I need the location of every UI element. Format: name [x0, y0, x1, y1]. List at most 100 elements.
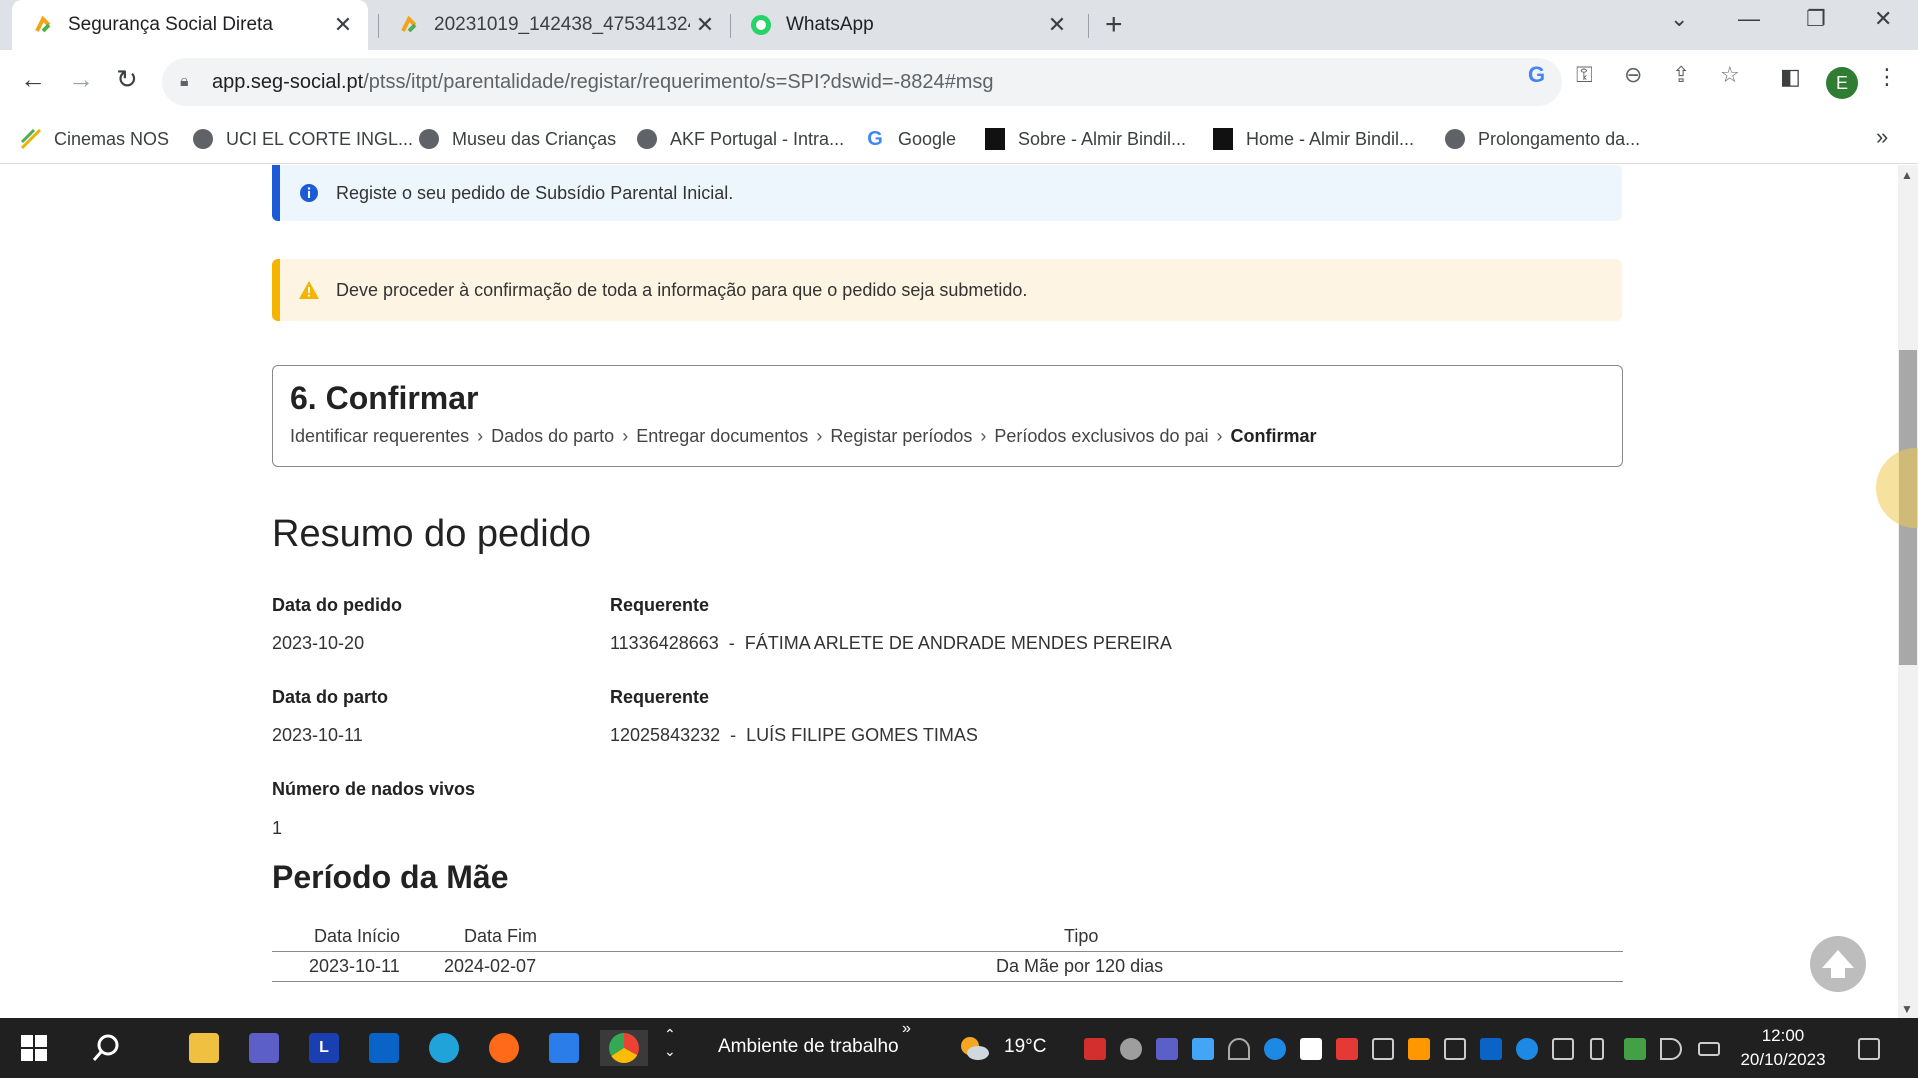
onedrive-icon[interactable] — [1516, 1038, 1538, 1060]
bookmark-item[interactable]: G Google — [864, 114, 956, 164]
tab-search-icon[interactable]: ⌄ — [1670, 6, 1688, 32]
birth-date-value: 2023-10-11 — [272, 725, 363, 745]
profile-avatar[interactable]: E — [1826, 67, 1858, 99]
bookmark-star-icon[interactable]: ☆ — [1720, 62, 1740, 88]
column-header: Data Fim — [464, 926, 538, 946]
key-icon[interactable]: ⚿ — [1576, 62, 1593, 88]
edge-tray-icon[interactable] — [1264, 1038, 1286, 1060]
page-content: Registe o seu pedido de Subsídio Parenta… — [0, 165, 1898, 1018]
volume-icon[interactable] — [1660, 1038, 1682, 1060]
chrome-icon[interactable] — [600, 1030, 648, 1066]
bookmark-item[interactable]: Sobre - Almir Bindil... — [984, 114, 1186, 164]
chevron-right-icon: › — [816, 426, 823, 446]
taskbar-scroll-icon[interactable]: ⌃ ⌄ — [664, 1026, 676, 1060]
back-to-top-button[interactable] — [1810, 936, 1866, 992]
address-bar[interactable]: 🔒︎ app.seg-social.pt/ptss/itpt/parentali… — [162, 58, 1562, 106]
side-panel-icon[interactable]: ◧ — [1780, 64, 1801, 90]
battery-icon[interactable] — [1698, 1042, 1720, 1056]
toolbar-expand-icon[interactable]: » — [902, 1020, 911, 1038]
security-shield-icon[interactable] — [1624, 1038, 1646, 1060]
notifications-icon[interactable] — [1858, 1038, 1880, 1060]
mail-tray-icon[interactable] — [1444, 1038, 1466, 1060]
browser-tab-strip: Segurança Social Direta ✕ 20231019_14243… — [0, 0, 1918, 50]
breadcrumb-item[interactable]: Dados do parto — [491, 426, 614, 447]
bookmark-item[interactable]: AKF Portugal - Intra... — [636, 114, 844, 164]
share-icon[interactable]: ⇪ — [1672, 62, 1690, 88]
seg-social-icon — [32, 14, 54, 36]
new-tab-icon[interactable]: + — [1105, 8, 1123, 42]
url-text: app.seg-social.pt/ptss/itpt/parentalidad… — [212, 70, 994, 93]
search-icon[interactable] — [88, 1030, 124, 1066]
tab-document[interactable]: 20231019_142438_475341324723 ✕ — [378, 0, 730, 50]
edge-icon[interactable] — [426, 1030, 462, 1066]
breadcrumb-item[interactable]: Entregar documentos — [636, 426, 808, 447]
breadcrumb-item[interactable]: Registar períodos — [830, 426, 972, 447]
dropbox-icon[interactable] — [1300, 1038, 1322, 1060]
tray-app-icon[interactable] — [1084, 1038, 1106, 1060]
close-tab-icon[interactable]: ✕ — [328, 12, 358, 38]
mail-icon[interactable] — [546, 1030, 582, 1066]
arrow-up-icon — [1822, 950, 1854, 978]
table-row: 2023-10-11 2024-02-07 Da Mãe por 120 dia… — [272, 952, 1623, 982]
camera-icon[interactable] — [1372, 1038, 1394, 1060]
weather-icon[interactable] — [956, 1030, 992, 1066]
browser-toolbar: ← → ↻ 🔒︎ app.seg-social.pt/ptss/itpt/par… — [0, 50, 1918, 114]
teams-tray-icon[interactable] — [1156, 1038, 1178, 1060]
breadcrumb-item[interactable]: Identificar requerentes — [290, 426, 469, 447]
column-header: Data Início — [314, 926, 401, 946]
reload-icon[interactable]: ↻ — [116, 64, 138, 95]
close-tab-icon[interactable]: ✕ — [1042, 12, 1072, 38]
scroll-down-arrow-icon[interactable]: ▼ — [1901, 1002, 1913, 1016]
skype-icon[interactable] — [1120, 1038, 1142, 1060]
forward-icon[interactable]: → — [68, 64, 94, 95]
google-translate-icon[interactable]: G — [1528, 62, 1545, 88]
desktop-toolbar-label[interactable]: Ambiente de trabalho — [718, 1036, 899, 1058]
table-cell: 2023-10-11 — [309, 956, 400, 976]
chevron-right-icon: › — [980, 426, 987, 446]
firefox-icon[interactable] — [486, 1030, 522, 1066]
bookmark-item[interactable]: UCI EL CORTE INGL... — [192, 114, 413, 164]
cinemas-nos-icon — [20, 128, 42, 150]
menu-icon[interactable]: ⋮ — [1876, 64, 1898, 90]
tray-app-icon[interactable] — [1408, 1038, 1430, 1060]
weather-temperature[interactable]: 19°C — [1004, 1036, 1046, 1058]
live-births-label: Número de nados vivos — [272, 779, 476, 799]
whatsapp-icon — [750, 14, 772, 36]
system-clock[interactable]: 12:00 20/10/2023 — [1728, 1024, 1838, 1072]
back-icon[interactable]: ← — [20, 64, 46, 95]
bookmark-item[interactable]: Home - Almir Bindil... — [1212, 114, 1414, 164]
wifi-icon[interactable] — [1228, 1038, 1250, 1060]
windows-start-icon[interactable] — [16, 1030, 52, 1066]
minimize-icon[interactable]: — — [1738, 6, 1760, 32]
anydesk-icon[interactable] — [1336, 1038, 1358, 1060]
almir-bindilatti-icon — [984, 128, 1006, 150]
teams-icon[interactable] — [246, 1030, 282, 1066]
chevron-right-icon: › — [477, 426, 484, 446]
tray-app-icon[interactable] — [1192, 1038, 1214, 1060]
breadcrumb: Identificar requerentes › Dados do parto… — [290, 426, 1317, 447]
tab-whatsapp[interactable]: WhatsApp ✕ — [730, 0, 1082, 50]
more-bookmarks-icon[interactable]: » — [1876, 124, 1888, 150]
close-window-icon[interactable]: ✕ — [1874, 6, 1892, 32]
outlook-icon[interactable] — [366, 1030, 402, 1066]
breadcrumb-item[interactable]: Períodos exclusivos do pai — [994, 426, 1208, 447]
zoom-icon[interactable]: ⊖ — [1624, 62, 1642, 88]
bookmark-item[interactable]: Museu das Crianças — [418, 114, 616, 164]
applicant-label: Requerente — [610, 595, 710, 615]
scroll-up-arrow-icon[interactable]: ▲ — [1901, 168, 1913, 182]
l-app-icon[interactable]: L — [306, 1030, 342, 1066]
display-icon[interactable] — [1552, 1038, 1574, 1060]
chevron-right-icon: › — [1216, 426, 1223, 446]
tab-separator — [1088, 14, 1089, 38]
usb-icon[interactable] — [1590, 1038, 1604, 1060]
bookmark-item[interactable]: Cinemas NOS — [20, 114, 169, 164]
globe-icon — [418, 128, 440, 150]
outlook-tray-icon[interactable] — [1480, 1038, 1502, 1060]
file-explorer-icon[interactable] — [186, 1030, 222, 1066]
bookmark-item[interactable]: Prolongamento da... — [1444, 114, 1640, 164]
summary-heading: Resumo do pedido — [272, 513, 591, 555]
birth-date-label: Data do parto — [272, 687, 389, 707]
close-tab-icon[interactable]: ✕ — [690, 12, 720, 38]
restore-icon[interactable]: ❐ — [1806, 6, 1826, 32]
tab-seguranca-social[interactable]: Segurança Social Direta ✕ — [12, 0, 368, 50]
